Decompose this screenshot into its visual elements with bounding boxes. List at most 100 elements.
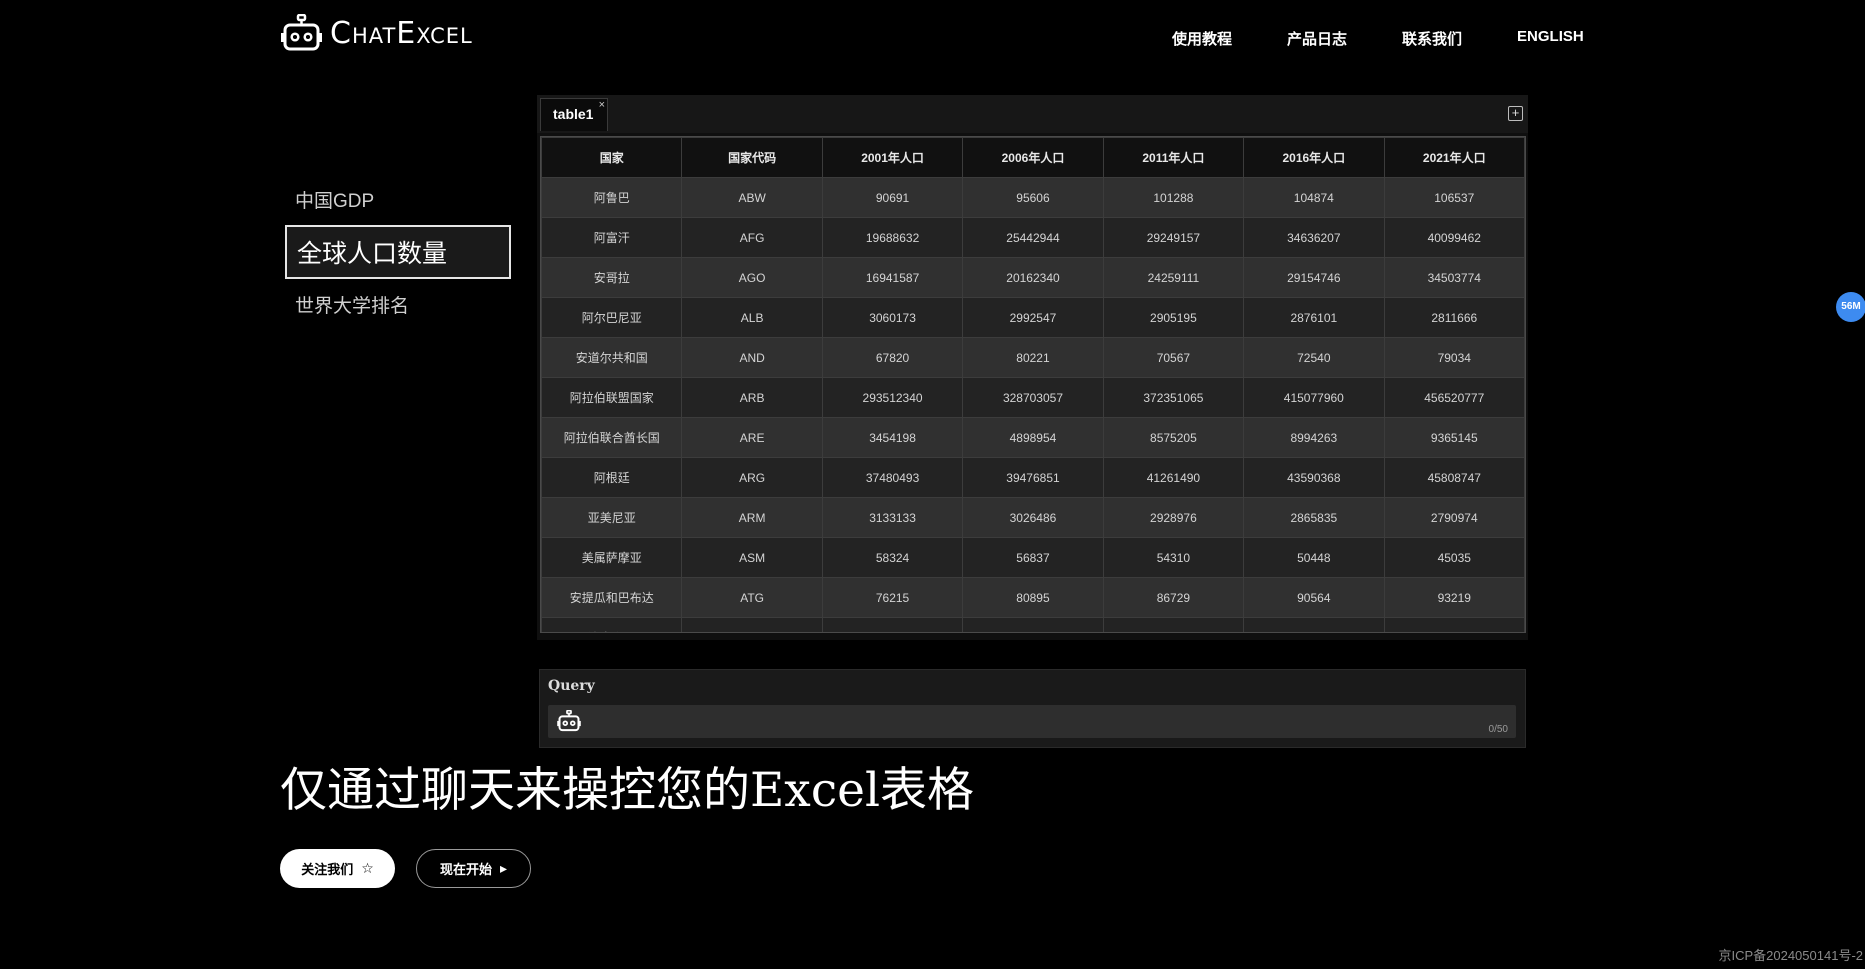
table-cell[interactable]: ARE: [681, 417, 823, 458]
table-cell[interactable]: 2928976: [1102, 497, 1245, 538]
get-started-button[interactable]: 现在开始 ▸: [416, 849, 531, 888]
table-cell[interactable]: ASM: [681, 537, 823, 578]
table-cell[interactable]: 45035: [1383, 537, 1525, 578]
table-cell[interactable]: 安道尔共和国: [541, 337, 683, 378]
table-cell[interactable]: 阿尔巴尼亚: [541, 297, 683, 338]
table-cell[interactable]: 2811666: [1383, 297, 1525, 338]
table-cell[interactable]: 90564: [1243, 577, 1385, 618]
table-cell[interactable]: 72540: [1243, 337, 1385, 378]
table-cell[interactable]: 阿拉伯联合酋长国: [541, 417, 683, 458]
table-cell[interactable]: 79034: [1383, 337, 1525, 378]
column-header[interactable]: 2011年人口: [1102, 137, 1245, 178]
table-cell[interactable]: AUS: [681, 617, 823, 632]
table-cell[interactable]: 24190907: [1243, 617, 1385, 632]
table-cell[interactable]: 372351065: [1102, 377, 1245, 418]
column-header[interactable]: 国家: [541, 137, 683, 178]
sheet-tab[interactable]: table1 ×: [540, 98, 608, 131]
table-cell[interactable]: 8575205: [1102, 417, 1245, 458]
table-cell[interactable]: 58324: [821, 537, 964, 578]
logo[interactable]: ChatExcel: [281, 14, 473, 54]
table-cell[interactable]: 阿拉伯联盟国家: [541, 377, 683, 418]
table-cell[interactable]: 阿鲁巴: [541, 177, 683, 218]
nav-contact[interactable]: 联系我们: [1402, 28, 1462, 49]
column-header[interactable]: 2016年人口: [1243, 137, 1385, 178]
table-cell[interactable]: 29249157: [1102, 217, 1245, 258]
table-cell[interactable]: ABW: [681, 177, 823, 218]
table-cell[interactable]: 19688632: [821, 217, 964, 258]
table-cell[interactable]: 90691: [821, 177, 964, 218]
table-cell[interactable]: 106537: [1383, 177, 1525, 218]
table-cell[interactable]: 3133133: [821, 497, 964, 538]
table-cell[interactable]: 阿富汗: [541, 217, 683, 258]
query-input[interactable]: [590, 709, 1454, 735]
table-cell[interactable]: 9365145: [1383, 417, 1525, 458]
table-cell[interactable]: 安哥拉: [541, 257, 683, 298]
table-cell[interactable]: ARB: [681, 377, 823, 418]
sidebar-item-global-population[interactable]: 全球人口数量: [285, 225, 511, 279]
table-cell[interactable]: 19274701: [821, 617, 964, 632]
table-cell[interactable]: 2992547: [962, 297, 1104, 338]
sidebar-item-china-gdp[interactable]: 中国GDP: [285, 180, 511, 219]
table-cell[interactable]: 美属萨摩亚: [541, 537, 683, 578]
table-cell[interactable]: 4898954: [962, 417, 1104, 458]
table-cell[interactable]: 22340024: [1102, 617, 1245, 632]
sidebar-item-university-ranking[interactable]: 世界大学排名: [285, 285, 511, 324]
table-cell[interactable]: 29154746: [1243, 257, 1385, 298]
table-cell[interactable]: 293512340: [821, 377, 964, 418]
nav-english[interactable]: ENGLISH: [1517, 28, 1584, 49]
table-cell[interactable]: AFG: [681, 217, 823, 258]
data-table-scroll[interactable]: 国家 国家代码 2001年人口 2006年人口 2011年人口 2016年人口 2021年人…: [540, 136, 1526, 633]
table-cell[interactable]: 101288: [1102, 177, 1245, 218]
table-cell[interactable]: 328703057: [962, 377, 1104, 418]
table-cell[interactable]: 2790974: [1383, 497, 1525, 538]
table-cell[interactable]: ATG: [681, 577, 823, 618]
table-cell[interactable]: 3454198: [821, 417, 964, 458]
table-cell[interactable]: 54310: [1102, 537, 1245, 578]
table-cell[interactable]: 亚美尼亚: [541, 497, 683, 538]
table-cell[interactable]: 80221: [962, 337, 1104, 378]
table-cell[interactable]: 16941587: [821, 257, 964, 298]
table-cell[interactable]: 澳大利亚: [541, 617, 683, 632]
table-cell[interactable]: 93219: [1383, 577, 1525, 618]
table-cell[interactable]: ARG: [681, 457, 823, 498]
column-header[interactable]: 2001年人口: [821, 137, 964, 178]
table-cell[interactable]: 2876101: [1243, 297, 1385, 338]
table-cell[interactable]: 86729: [1102, 577, 1245, 618]
table-cell[interactable]: 95606: [962, 177, 1104, 218]
table-cell[interactable]: 2865835: [1243, 497, 1385, 538]
table-cell[interactable]: 20162340: [962, 257, 1104, 298]
table-cell[interactable]: 25688079: [1383, 617, 1525, 632]
table-cell[interactable]: 34636207: [1243, 217, 1385, 258]
column-header[interactable]: 国家代码: [681, 137, 823, 178]
table-cell[interactable]: ARM: [681, 497, 823, 538]
table-cell[interactable]: 2905195: [1102, 297, 1245, 338]
close-icon[interactable]: ×: [599, 99, 605, 111]
table-cell[interactable]: 40099462: [1383, 217, 1525, 258]
table-cell[interactable]: 456520777: [1383, 377, 1525, 418]
table-cell[interactable]: AND: [681, 337, 823, 378]
table-cell[interactable]: 104874: [1243, 177, 1385, 218]
table-cell[interactable]: 415077960: [1243, 377, 1385, 418]
follow-us-button[interactable]: 关注我们 ☆: [280, 849, 395, 888]
add-sheet-icon[interactable]: +: [1508, 106, 1523, 121]
table-cell[interactable]: AGO: [681, 257, 823, 298]
icp-record[interactable]: 京ICP备2024050141号-2: [1718, 945, 1863, 964]
table-cell[interactable]: 37480493: [821, 457, 964, 498]
table-cell[interactable]: 76215: [821, 577, 964, 618]
table-cell[interactable]: 安提瓜和巴布达: [541, 577, 683, 618]
table-cell[interactable]: 70567: [1102, 337, 1245, 378]
nav-changelog[interactable]: 产品日志: [1287, 28, 1347, 49]
floating-badge[interactable]: 56M: [1836, 292, 1865, 322]
column-header[interactable]: 2006年人口: [962, 137, 1104, 178]
table-cell[interactable]: 45808747: [1383, 457, 1525, 498]
column-header[interactable]: 2021年人口: [1383, 137, 1525, 178]
table-cell[interactable]: 8994263: [1243, 417, 1385, 458]
table-cell[interactable]: 34503774: [1383, 257, 1525, 298]
table-cell[interactable]: 41261490: [1102, 457, 1245, 498]
table-cell[interactable]: 80895: [962, 577, 1104, 618]
table-cell[interactable]: ALB: [681, 297, 823, 338]
nav-tutorial[interactable]: 使用教程: [1172, 28, 1232, 49]
table-cell[interactable]: 阿根廷: [541, 457, 683, 498]
table-cell[interactable]: 56837: [962, 537, 1104, 578]
table-cell[interactable]: 67820: [821, 337, 964, 378]
